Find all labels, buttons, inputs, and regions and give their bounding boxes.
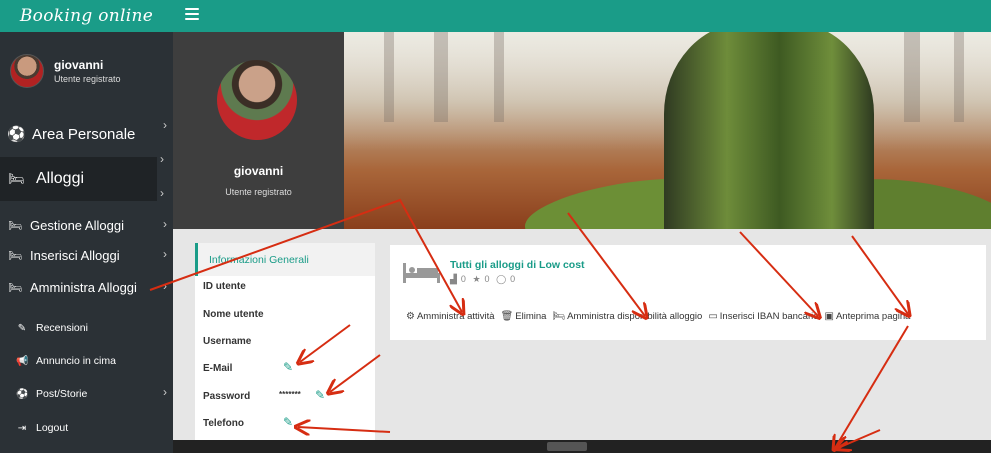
sidebar-item-area-personale[interactable]: ⚽ Area Personale › bbox=[0, 118, 173, 146]
cover-image bbox=[344, 32, 991, 229]
scrollbar-thumb[interactable] bbox=[547, 442, 587, 451]
sidebar-item-post-storie[interactable]: ⚽ Post/Storie › bbox=[0, 385, 173, 403]
anteprima-pagina-button[interactable]: ▣ Anteprima pagina bbox=[825, 311, 911, 322]
sidebar-item-label: Annuncio in cima bbox=[36, 355, 116, 367]
sidebar-item-label: Amministra Alloggi bbox=[30, 279, 137, 295]
chevron-right-icon: › bbox=[163, 118, 167, 132]
bed-icon bbox=[403, 263, 440, 283]
info-label-username: Username bbox=[203, 336, 252, 347]
bed-icon: 🛏 bbox=[8, 171, 25, 186]
edit-phone-pencil-icon[interactable]: ✎ bbox=[283, 415, 293, 429]
hamburger-menu-icon[interactable] bbox=[185, 8, 199, 20]
edit-email-pencil-icon[interactable]: ✎ bbox=[283, 360, 293, 374]
horizontal-scrollbar[interactable] bbox=[173, 440, 991, 453]
annotation-arrow bbox=[835, 325, 909, 448]
chart-count: 0 bbox=[460, 274, 466, 284]
info-label-email: E-Mail bbox=[203, 363, 233, 374]
chevron-right-icon: › bbox=[160, 186, 164, 200]
comments-count: 0 bbox=[510, 274, 516, 284]
brand-logo[interactable]: Booking online bbox=[20, 6, 153, 26]
avatar bbox=[10, 54, 44, 88]
star-icon: ★ bbox=[472, 274, 481, 284]
soccer-ball-icon: ⚽ bbox=[16, 388, 29, 400]
chevron-right-icon: › bbox=[163, 279, 167, 293]
stars-count: 0 bbox=[484, 274, 490, 284]
top-navbar bbox=[173, 0, 991, 32]
chevron-right-icon: › bbox=[160, 152, 164, 166]
logout-icon: ⇥ bbox=[17, 422, 27, 434]
inserisci-iban-button[interactable]: ▭ Inserisci IBAN bancario bbox=[708, 311, 818, 322]
accommodation-stats: ▟ 0 ★ 0 ◯ 0 bbox=[450, 274, 519, 285]
sidebar-item-label: Post/Storie bbox=[36, 388, 88, 400]
accommodation-title[interactable]: Tutti gli alloggi di Low cost bbox=[450, 259, 585, 271]
sidebar-item-label: Gestione Alloggi bbox=[30, 217, 124, 233]
action-label: Anteprima pagina bbox=[835, 311, 911, 322]
profile-role: Utente registrato bbox=[225, 187, 292, 197]
sidebar-item-alloggi[interactable]: 🛏 Alloggi bbox=[0, 157, 157, 201]
action-label: Amministra disponibilità alloggio bbox=[567, 311, 703, 322]
brand-bar: Booking online bbox=[0, 0, 173, 32]
soccer-ball-icon: ⚽ bbox=[7, 126, 26, 143]
sidebar-user: giovanni Utente registrato bbox=[10, 54, 121, 88]
sidebar-item-recensioni[interactable]: ✎ Recensioni bbox=[0, 319, 173, 337]
profile-name: giovanni bbox=[233, 164, 284, 178]
chevron-right-icon: › bbox=[163, 385, 167, 399]
sidebar-item-label: Alloggi bbox=[36, 170, 85, 187]
trash-icon: 🗑 bbox=[500, 311, 514, 322]
action-label: Amministra attività bbox=[416, 311, 495, 322]
sidebar-item-gestione-alloggi[interactable]: 🛏 Gestione Alloggi › bbox=[0, 215, 173, 235]
info-label-nome: Nome utente bbox=[203, 309, 264, 320]
edit-icon: ✎ bbox=[17, 322, 27, 334]
elimina-button[interactable]: 🗑 Elimina bbox=[501, 311, 547, 322]
amministra-disponibilita-button[interactable]: 🛏 Amministra disponibilità alloggio bbox=[552, 311, 702, 322]
id-card-icon: ▣ bbox=[824, 311, 834, 322]
info-label-password: Password bbox=[203, 391, 251, 402]
sidebar-item-label: Logout bbox=[36, 422, 69, 434]
action-label: Inserisci IBAN bancario bbox=[719, 311, 819, 322]
general-info-title: Informazioni Generali bbox=[209, 254, 309, 266]
sidebar-item-label: Area Personale bbox=[32, 125, 136, 143]
profile-avatar bbox=[217, 60, 297, 140]
cogs-icon: ⚙ bbox=[406, 311, 415, 322]
general-info-tab[interactable]: Informazioni Generali bbox=[195, 243, 375, 276]
comment-icon: ◯ bbox=[496, 274, 507, 284]
action-label: Elimina bbox=[515, 311, 547, 322]
amministra-attivita-button[interactable]: ⚙ Amministra attività bbox=[406, 311, 495, 322]
sidebar-user-role: Utente registrato bbox=[54, 74, 121, 84]
accommodation-card: Tutti gli alloggi di Low cost ▟ 0 ★ 0 ◯ 0 ⚙… bbox=[390, 245, 986, 340]
credit-card-icon: ▭ bbox=[708, 311, 718, 322]
accommodation-actions: ⚙ Amministra attività 🗑 Elimina 🛏 Ammini… bbox=[406, 311, 916, 322]
megaphone-icon: 📢 bbox=[16, 355, 29, 367]
bed-icon: 🛏 bbox=[8, 249, 22, 262]
sidebar: giovanni Utente registrato ⚽ Area Person… bbox=[0, 32, 173, 453]
sidebar-item-label: Recensioni bbox=[36, 322, 88, 334]
profile-panel: giovanni Utente registrato bbox=[173, 32, 344, 229]
info-label-id: ID utente bbox=[203, 281, 246, 292]
edit-password-pencil-icon[interactable]: ✎ bbox=[315, 388, 325, 402]
password-value: ******* bbox=[279, 390, 301, 399]
bed-icon: 🛏 bbox=[552, 311, 566, 322]
sidebar-item-logout[interactable]: ⇥ Logout bbox=[0, 419, 173, 437]
general-info-card: Informazioni Generali ID utente Nome ute… bbox=[195, 243, 375, 443]
bed-icon: 🛏 bbox=[8, 281, 22, 294]
sidebar-item-amministra-alloggi[interactable]: 🛏 Amministra Alloggi › bbox=[0, 277, 173, 297]
area-chart-icon: ▟ bbox=[450, 274, 457, 284]
info-label-telefono: Telefono bbox=[203, 418, 244, 429]
sidebar-item-label: Inserisci Alloggi bbox=[30, 247, 120, 263]
chevron-right-icon: › bbox=[163, 217, 167, 231]
chevron-right-icon: › bbox=[163, 247, 167, 261]
bed-icon: 🛏 bbox=[8, 219, 22, 232]
sidebar-item-annuncio[interactable]: 📢 Annuncio in cima bbox=[0, 352, 173, 370]
sidebar-user-name: giovanni bbox=[54, 58, 104, 72]
sidebar-item-inserisci-alloggi[interactable]: 🛏 Inserisci Alloggi › bbox=[0, 245, 173, 265]
